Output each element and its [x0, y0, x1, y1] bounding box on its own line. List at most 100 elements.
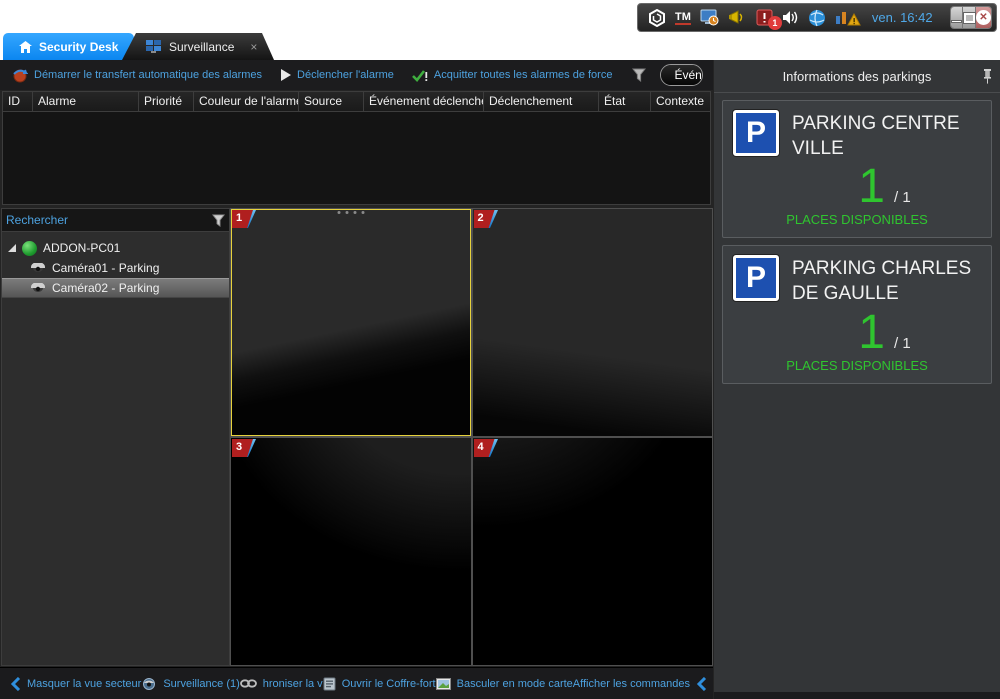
parking-sign-icon: P	[733, 110, 779, 156]
tab-security-desk-label: Security Desk	[39, 40, 118, 54]
column-source[interactable]: Source	[299, 92, 364, 111]
server-icon	[22, 241, 37, 256]
tm-label: TM	[675, 11, 691, 25]
vault-document-icon	[323, 677, 336, 691]
search-bar	[2, 209, 229, 232]
filter-button[interactable]	[624, 66, 654, 84]
main-area: Démarrer le transfert automatique des al…	[0, 60, 1000, 699]
globe-icon[interactable]	[808, 9, 826, 27]
alarm-list-body[interactable]	[3, 112, 710, 204]
minimize-button[interactable]	[951, 7, 964, 28]
column-priorite[interactable]: Priorité	[139, 92, 194, 111]
synchronize-video-label: hroniser la v	[263, 678, 323, 690]
alarm-list: ID Alarme Priorité Couleur de l'alarme S…	[2, 91, 711, 205]
monitor-camera-icon	[141, 678, 157, 690]
tab-close-icon[interactable]: ×	[250, 40, 257, 54]
tab-surveillance[interactable]: Surveillance ×	[122, 33, 274, 60]
tab-surveillance-label: Surveillance	[169, 40, 234, 54]
parking-card-charles-de-gaulle[interactable]: P PARKING CHARLES DE GAULLE 1 / 1 PLACES…	[722, 245, 992, 383]
show-commands-label: Afficher les commandes	[573, 678, 690, 690]
trigger-alarm-label: Déclencher l'alarme	[297, 69, 394, 81]
column-contexte[interactable]: Contexte	[651, 92, 710, 111]
tile-drag-handle-icon[interactable]	[337, 211, 364, 214]
active-alarm-icon[interactable]: 1	[756, 9, 773, 26]
column-etat[interactable]: État	[599, 92, 651, 111]
video-wall-icon	[146, 40, 161, 53]
show-commands-button[interactable]: Afficher les commandes	[573, 677, 707, 691]
close-button[interactable]: ✕	[976, 7, 991, 28]
tree-item-camera02-label: Caméra02 - Parking	[52, 281, 159, 295]
trigger-alarm-button[interactable]: Déclencher l'alarme	[274, 66, 400, 84]
tab-security-desk[interactable]: Security Desk	[3, 33, 134, 60]
column-id[interactable]: ID	[3, 92, 33, 111]
tile-canvas: 1 2 3	[230, 208, 713, 666]
start-alarm-transfer-label: Démarrer le transfert automatique des al…	[34, 69, 262, 81]
tree-item-camera02[interactable]: Caméra02 - Parking	[2, 278, 229, 298]
video-tile-1[interactable]: 1	[231, 209, 471, 436]
hide-area-view-button[interactable]: Masquer la vue secteur	[10, 677, 141, 691]
play-icon	[280, 69, 291, 81]
expander-icon[interactable]	[8, 244, 16, 252]
pin-icon[interactable]	[983, 68, 992, 84]
tile-number-badge: 4	[474, 439, 504, 457]
clock: ven. 16:42	[872, 10, 933, 25]
acknowledge-all-alarms-button[interactable]: Acquitter toutes les alarmes de force	[406, 66, 619, 85]
video-tile-3[interactable]: 3	[231, 438, 471, 665]
toggle-map-mode-label: Basculer en mode carte	[457, 678, 573, 690]
parking-panel-title: Informations des parkings	[783, 69, 932, 84]
events-alarms-toggle: Événements Alarmes	[660, 64, 703, 86]
parking-name: PARKING CENTRE VILLE	[792, 110, 981, 161]
surveillance-task-button[interactable]: Surveillance (1)	[141, 678, 239, 690]
parking-name: PARKING CHARLES DE GAULLE	[792, 255, 981, 306]
horn-icon[interactable]	[728, 10, 747, 25]
column-alarme[interactable]: Alarme	[33, 92, 139, 111]
hide-area-view-label: Masquer la vue secteur	[27, 678, 141, 690]
speaker-icon[interactable]	[782, 10, 799, 25]
start-alarm-transfer-button[interactable]: Démarrer le transfert automatique des al…	[6, 64, 268, 86]
parking-panel-header: Informations des parkings	[714, 60, 1000, 93]
column-declenchement[interactable]: Déclenchement	[484, 92, 599, 111]
video-tile-2[interactable]: 2	[473, 209, 713, 436]
column-evenement-declencheur[interactable]: Événement déclencheur	[364, 92, 484, 111]
search-input[interactable]	[6, 213, 212, 227]
maximize-button[interactable]	[963, 7, 976, 28]
security-desk-window: TM 1 ven. 16:42 ✕	[0, 0, 1000, 699]
available-label: PLACES DISPONIBLES	[733, 358, 981, 373]
available-count: 1	[858, 163, 885, 211]
toggle-map-mode-button[interactable]: Basculer en mode carte	[436, 678, 573, 690]
parking-sign-icon: P	[733, 255, 779, 301]
total-count: / 1	[894, 335, 911, 352]
tree-item-server-label: ADDON-PC01	[43, 241, 120, 255]
workspace-bottom-bar: Masquer la vue secteur Surveillance (1) …	[0, 667, 713, 699]
column-couleur-alarme[interactable]: Couleur de l'alarme	[194, 92, 299, 111]
check-exclaim-icon	[412, 69, 428, 82]
parking-card-centre-ville[interactable]: P PARKING CENTRE VILLE 1 / 1 PLACES DISP…	[722, 100, 992, 238]
tile-number-badge: 3	[232, 439, 262, 457]
workstation-icon[interactable]	[700, 9, 719, 26]
task-tabs: Security Desk Surveillance ×	[0, 33, 1000, 60]
open-vault-label: Ouvrir le Coffre-fort	[342, 678, 436, 690]
entity-tree: ADDON-PC01 Caméra01 - Parking Caméra02 -…	[2, 232, 229, 298]
total-count: / 1	[894, 189, 911, 206]
window-bottom-edge	[714, 692, 1000, 699]
home-icon	[19, 41, 32, 53]
transfer-icon	[12, 67, 28, 83]
video-tile-4[interactable]: 4	[473, 438, 713, 665]
open-vault-button[interactable]: Ouvrir le Coffre-fort	[323, 677, 436, 691]
tree-item-camera01[interactable]: Caméra01 - Parking	[2, 258, 229, 278]
surveillance-workspace: Démarrer le transfert automatique des al…	[0, 60, 713, 699]
map-picture-icon	[436, 678, 451, 690]
area-view-panel: ADDON-PC01 Caméra01 - Parking Caméra02 -…	[1, 208, 230, 666]
search-funnel-icon[interactable]	[212, 214, 225, 227]
available-label: PLACES DISPONIBLES	[733, 212, 981, 227]
toggle-events[interactable]: Événements	[661, 64, 703, 86]
synchronize-video-button[interactable]: hroniser la v	[240, 678, 323, 690]
chevron-left-icon	[696, 677, 707, 691]
surveillance-task-label: Surveillance (1)	[163, 678, 239, 690]
tree-item-server[interactable]: ADDON-PC01	[2, 238, 229, 258]
alarm-list-header: ID Alarme Priorité Couleur de l'alarme S…	[3, 92, 710, 112]
chevron-left-icon	[10, 677, 21, 691]
levels-warning-icon[interactable]	[835, 9, 861, 26]
camera-icon	[30, 263, 46, 274]
window-controls: ✕	[950, 6, 992, 29]
